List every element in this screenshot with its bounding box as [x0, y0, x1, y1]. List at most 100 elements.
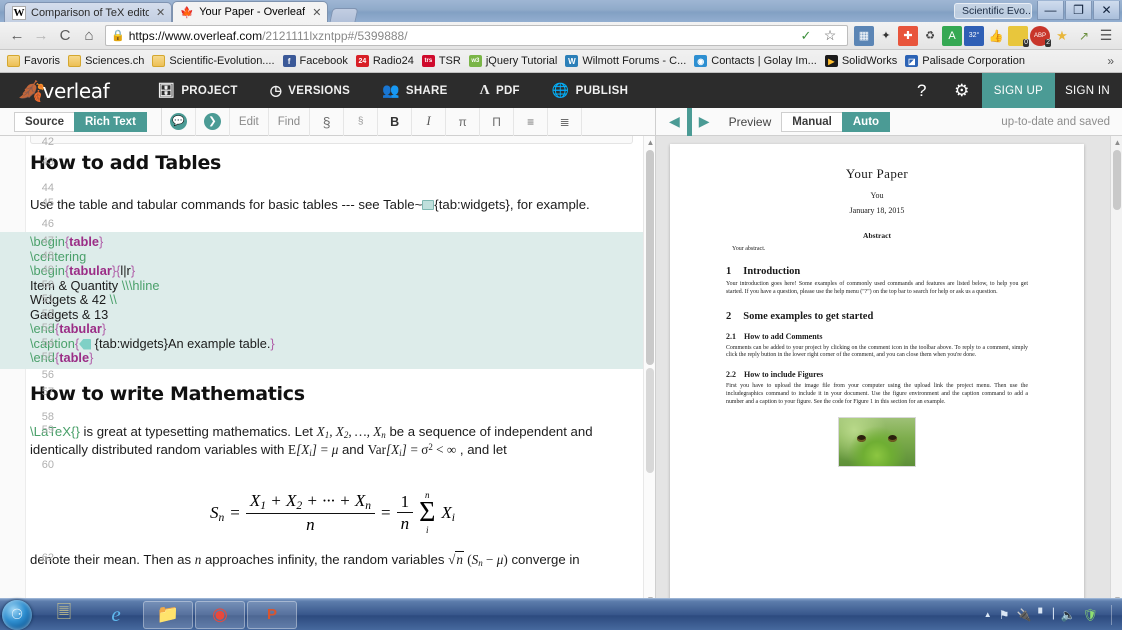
notes-extension-icon[interactable]: 0 [1008, 25, 1029, 47]
bookmark-palisade-corporation[interactable]: ◪ Palisade Corporation [902, 54, 1030, 68]
show-desktop-button[interactable] [1111, 604, 1112, 625]
bookmark-contacts-golay[interactable]: ◉ Contacts | Golay Im... [691, 54, 822, 68]
latex-code-block[interactable]: 47 \begin{table} 48 \centering 49 \begin… [0, 232, 655, 369]
tray-network-icon[interactable]: ▘▕ [1038, 609, 1053, 620]
overleaf-logo[interactable]: 🍂 verleaf [0, 79, 123, 103]
thumbs-up-extension-icon[interactable]: 👍 [986, 26, 1006, 46]
lock-icon: 🔒 [111, 30, 125, 42]
edit-button[interactable]: Edit [230, 107, 269, 136]
bullet-list-button[interactable]: ≣ [548, 107, 583, 136]
rich-text-editor[interactable]: 42 43 How to add Tables 44 45 Use the ta… [0, 136, 656, 608]
taskbar-sticky-notes[interactable]: 🗏 [39, 601, 89, 629]
editor-scrollbar-thumb-2[interactable] [646, 368, 654, 473]
forward-button[interactable]: ❯ [196, 107, 230, 136]
browser-tab-2[interactable]: 🍁 Your Paper - Overleaf ✕ [172, 1, 329, 22]
url-host: https://www.overleaf.com [128, 28, 263, 43]
section-button[interactable]: § [310, 107, 345, 136]
screenshot-extension-icon[interactable]: ▦ [854, 25, 874, 46]
collapse-right-icon[interactable]: ▶ [692, 113, 717, 130]
taskbar-file-explorer[interactable]: 📁 [143, 600, 193, 629]
pointer-extension-icon[interactable]: ↗ [1074, 26, 1094, 46]
code-line-48: \centering [30, 248, 87, 264]
line-number: 52 [41, 307, 54, 320]
tray-antivirus-icon[interactable]: 🛡 [1083, 608, 1098, 622]
math-display-button[interactable]: Π [480, 107, 515, 136]
comment-button[interactable]: 💬 [162, 107, 196, 136]
home-icon[interactable]: ⌂ [77, 24, 101, 48]
math-inline-button[interactable]: π [446, 107, 481, 136]
tray-power-icon[interactable]: 🔌 [1016, 608, 1031, 622]
gear-icon[interactable]: ⚙ [942, 73, 982, 108]
source-mode-button[interactable]: Source [14, 111, 74, 132]
bookmark-radio24[interactable]: 24 Radio24 [353, 54, 419, 68]
pdf-preview-pane[interactable]: Your Paper You January 18, 2015 Abstract… [656, 136, 1122, 608]
auto-compile-button[interactable]: Auto [841, 111, 891, 132]
bookmark-solidworks[interactable]: ▶ SolidWorks [822, 54, 902, 68]
chrome-menu-icon[interactable]: ☰ [1095, 25, 1117, 47]
maximize-button[interactable]: ❐ [1065, 1, 1092, 20]
sign-in-button[interactable]: SIGN IN [1055, 73, 1122, 108]
bookmark-jquery-tutorial[interactable]: w3 jQuery Tutorial [466, 54, 563, 68]
taskbar-internet-explorer[interactable]: e [91, 601, 141, 629]
translate-icon[interactable]: ✓ [794, 26, 818, 45]
bookmark-facebook[interactable]: f Facebook [280, 54, 353, 68]
browser-tab-1[interactable]: W Comparison of TeX editor ✕ [4, 2, 173, 22]
add-extension-icon[interactable]: ✚ [898, 25, 918, 46]
close-button[interactable]: ✕ [1093, 1, 1120, 20]
bookmark-tsr[interactable]: trs TSR [419, 54, 466, 68]
recycle-extension-icon[interactable]: ♻ [920, 26, 940, 46]
star-extension-icon[interactable]: ★ [1052, 26, 1072, 46]
scroll-up-icon[interactable]: ▲ [1113, 138, 1122, 147]
bookmark-favoris[interactable]: Favoris [4, 54, 65, 68]
close-icon[interactable]: ✕ [312, 6, 321, 19]
collapse-left-icon[interactable]: ◀ [662, 113, 687, 130]
bookmarks-overflow-icon[interactable]: » [1107, 54, 1118, 68]
sign-up-button[interactable]: SIGN UP [981, 73, 1056, 108]
tray-volume-icon[interactable]: 🔈 [1061, 608, 1076, 622]
bookmark-star-icon[interactable]: ☆ [818, 26, 842, 45]
nav-label: PUBLISH [575, 84, 629, 97]
tray-show-hidden-icons[interactable]: ▲ [984, 610, 992, 619]
forward-icon[interactable]: → [29, 24, 53, 48]
tray-action-center-flag[interactable]: ⚑ [999, 608, 1010, 622]
nav-pdf[interactable]: Λ PDF [464, 73, 536, 108]
new-tab-button[interactable] [329, 8, 359, 22]
subsection-button[interactable]: § [344, 107, 379, 136]
bookmark-sciences-ch[interactable]: Sciences.ch [65, 54, 149, 68]
scroll-up-icon[interactable]: ▲ [646, 138, 655, 147]
line-number: 50 [41, 278, 54, 291]
nav-share[interactable]: 👥 SHARE [366, 73, 464, 108]
folder-icon [68, 55, 82, 67]
editor-scrollbar[interactable]: ▲ ▼ [643, 136, 655, 608]
pdf-title: Your Paper [845, 166, 909, 181]
adblock-plus-extension-icon[interactable]: ABP 2 [1030, 25, 1051, 47]
find-button[interactable]: Find [269, 107, 311, 136]
preview-scrollbar[interactable]: ▲ ▼ [1110, 136, 1122, 608]
help-icon[interactable]: ? [902, 73, 942, 108]
bookmark-label: Palisade Corporation [922, 55, 1025, 67]
bold-button[interactable]: B [378, 107, 413, 136]
taskbar-chrome[interactable]: ◉ [195, 600, 245, 629]
weather-extension-icon[interactable]: 32° [964, 25, 984, 46]
close-icon[interactable]: ✕ [156, 6, 165, 19]
translate-extension-icon[interactable]: A [942, 25, 962, 46]
manual-compile-button[interactable]: Manual [781, 111, 842, 132]
start-button[interactable]: ⚆ [2, 599, 32, 630]
bookmark-scientific-evolution[interactable]: Scientific-Evolution.... [149, 54, 279, 68]
minimize-button[interactable]: — [1037, 1, 1064, 20]
bookmark-wilmott-forums[interactable]: W Wilmott Forums - C... [562, 54, 691, 68]
nav-publish[interactable]: 🌐 PUBLISH [536, 73, 644, 108]
rich-text-mode-button[interactable]: Rich Text [74, 111, 147, 132]
reload-icon[interactable]: C [53, 24, 77, 48]
nav-project[interactable]: 🗄 PROJECT [141, 73, 254, 108]
italic-button[interactable]: I [412, 107, 447, 136]
address-bar[interactable]: 🔒 https://www.overleaf.com /2121111lxznt… [105, 25, 848, 46]
back-icon[interactable]: ← [5, 24, 29, 48]
magic-wand-extension-icon[interactable]: ✦ [876, 26, 896, 46]
extension-toolbar: ▦ ✦ ✚ ♻ A 32° 👍 0 ABP 2 ★ ↗ [853, 25, 1095, 47]
nav-versions[interactable]: ◷ VERSIONS [254, 73, 366, 108]
taskbar-powerpoint[interactable]: P [247, 600, 297, 629]
numbered-list-button[interactable]: ≡ [514, 107, 549, 136]
preview-scrollbar-thumb[interactable] [1113, 150, 1121, 210]
editor-scrollbar-thumb[interactable] [646, 150, 654, 365]
